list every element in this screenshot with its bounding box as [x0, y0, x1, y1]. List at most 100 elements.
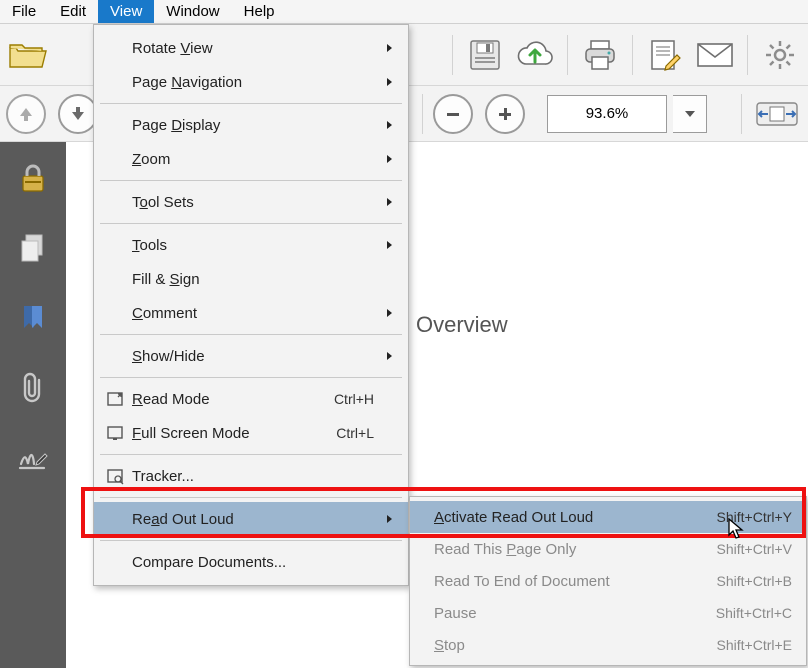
submenu-item-label: Activate Read Out Loud: [434, 509, 717, 526]
menu-help[interactable]: Help: [232, 0, 287, 23]
menu-item-full-screen-mode[interactable]: Full Screen ModeCtrl+L: [94, 416, 408, 450]
toolbar-divider: [452, 35, 453, 75]
submenu-item-pause: PauseShift+Ctrl+C: [410, 597, 806, 629]
read-mode-icon: [102, 390, 128, 408]
menu-item-zoom[interactable]: Zoom: [94, 142, 408, 176]
menu-item-tracker[interactable]: Tracker...: [94, 459, 408, 493]
submenu-shortcut: Shift+Ctrl+C: [716, 605, 792, 621]
menu-separator: [100, 454, 402, 455]
submenu-shortcut: Shift+Ctrl+Y: [717, 509, 792, 525]
menu-separator: [100, 377, 402, 378]
submenu-item-activate-read-out-loud[interactable]: Activate Read Out LoudShift+Ctrl+Y: [410, 501, 806, 533]
menu-item-label: Compare Documents...: [128, 554, 380, 571]
menu-separator: [100, 223, 402, 224]
zoom-out-button[interactable]: [433, 94, 473, 134]
menu-shortcut: Ctrl+H: [334, 391, 380, 407]
menu-separator: [100, 497, 402, 498]
submenu-shortcut: Shift+Ctrl+V: [717, 541, 792, 557]
menu-item-show-hide[interactable]: Show/Hide: [94, 339, 408, 373]
zoom-in-button[interactable]: [485, 94, 525, 134]
toolbar-divider: [422, 94, 423, 134]
menu-item-page-navigation[interactable]: Page Navigation: [94, 65, 408, 99]
menu-item-fill-sign[interactable]: Fill & Sign: [94, 262, 408, 296]
menu-item-read-out-loud[interactable]: Read Out Loud: [94, 502, 408, 536]
bookmarks-icon[interactable]: [17, 302, 49, 334]
settings-button[interactable]: [758, 33, 802, 77]
menu-item-label: Tracker...: [128, 468, 380, 485]
menu-item-label: Tool Sets: [128, 194, 380, 211]
submenu-arrow-icon: [380, 78, 398, 86]
submenu-item-read-to-end-of-document: Read To End of DocumentShift+Ctrl+B: [410, 565, 806, 597]
menu-item-label: Rotate View: [128, 40, 380, 57]
submenu-arrow-icon: [380, 352, 398, 360]
menu-separator: [100, 180, 402, 181]
submenu-item-read-this-page-only: Read This Page OnlyShift+Ctrl+V: [410, 533, 806, 565]
menu-item-rotate-view[interactable]: Rotate View: [94, 31, 408, 65]
pages-icon[interactable]: [17, 232, 49, 264]
document-heading: Overview: [416, 312, 508, 338]
submenu-arrow-icon: [380, 44, 398, 52]
chevron-down-icon: [685, 111, 695, 117]
submenu-item-stop: StopShift+Ctrl+E: [410, 629, 806, 661]
side-panel: [0, 142, 66, 668]
menu-shortcut: Ctrl+L: [336, 425, 380, 441]
menu-file[interactable]: File: [0, 0, 48, 23]
submenu-item-label: Stop: [434, 637, 717, 654]
attachments-icon[interactable]: [17, 372, 49, 404]
menu-item-tools[interactable]: Tools: [94, 228, 408, 262]
menu-item-label: Fill & Sign: [128, 271, 380, 288]
menu-item-label: Zoom: [128, 151, 380, 168]
menu-view[interactable]: View: [98, 0, 154, 23]
submenu-arrow-icon: [380, 309, 398, 317]
submenu-arrow-icon: [380, 515, 398, 523]
menu-item-label: Read Mode: [128, 391, 334, 408]
menu-item-label: Read Out Loud: [128, 511, 380, 528]
submenu-arrow-icon: [380, 155, 398, 163]
print-button[interactable]: [578, 33, 622, 77]
fit-width-button[interactable]: [752, 92, 802, 136]
menu-item-label: Comment: [128, 305, 380, 322]
save-button[interactable]: [463, 33, 507, 77]
page-up-button[interactable]: [6, 94, 46, 134]
menu-item-label: Full Screen Mode: [128, 425, 336, 442]
cloud-upload-button[interactable]: [513, 33, 557, 77]
security-icon[interactable]: [17, 162, 49, 194]
menu-edit[interactable]: Edit: [48, 0, 98, 23]
menu-item-label: Tools: [128, 237, 380, 254]
submenu-arrow-icon: [380, 241, 398, 249]
menu-separator: [100, 334, 402, 335]
toolbar-divider: [747, 35, 748, 75]
menu-item-read-mode[interactable]: Read ModeCtrl+H: [94, 382, 408, 416]
zoom-input[interactable]: 93.6%: [547, 95, 667, 133]
menu-bar: File Edit View Window Help: [0, 0, 808, 24]
submenu-shortcut: Shift+Ctrl+E: [717, 637, 792, 653]
menu-window[interactable]: Window: [154, 0, 231, 23]
page-down-button[interactable]: [58, 94, 98, 134]
submenu-arrow-icon: [380, 121, 398, 129]
signatures-icon[interactable]: [17, 442, 49, 474]
toolbar-divider: [741, 94, 742, 134]
menu-item-label: Page Display: [128, 117, 380, 134]
edit-page-button[interactable]: [643, 33, 687, 77]
menu-separator: [100, 540, 402, 541]
submenu-shortcut: Shift+Ctrl+B: [717, 573, 792, 589]
open-button[interactable]: [6, 33, 50, 77]
menu-item-label: Page Navigation: [128, 74, 380, 91]
tracker-icon: [102, 467, 128, 485]
view-menu: Rotate View Page Navigation Page Display Zo…: [93, 24, 409, 586]
menu-item-label: Show/Hide: [128, 348, 380, 365]
toolbar-divider: [567, 35, 568, 75]
zoom-dropdown[interactable]: [673, 95, 707, 133]
read-out-loud-submenu: Activate Read Out LoudShift+Ctrl+YRead T…: [409, 496, 807, 666]
menu-item-page-display[interactable]: Page Display: [94, 108, 408, 142]
submenu-item-label: Read To End of Document: [434, 573, 717, 590]
menu-item-tool-sets[interactable]: Tool Sets: [94, 185, 408, 219]
email-button[interactable]: [693, 33, 737, 77]
menu-separator: [100, 103, 402, 104]
submenu-item-label: Pause: [434, 605, 716, 622]
fullscreen-icon: [102, 424, 128, 442]
toolbar-divider: [632, 35, 633, 75]
menu-item-compare-documents[interactable]: Compare Documents...: [94, 545, 408, 579]
submenu-arrow-icon: [380, 198, 398, 206]
menu-item-comment[interactable]: Comment: [94, 296, 408, 330]
